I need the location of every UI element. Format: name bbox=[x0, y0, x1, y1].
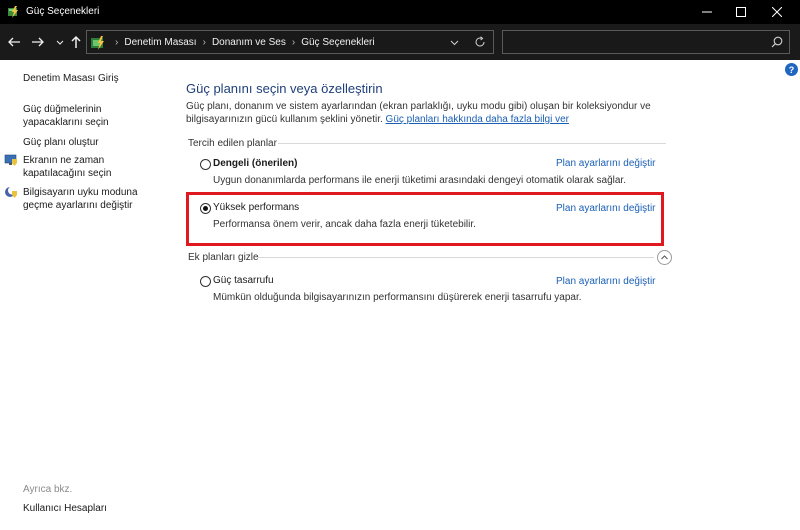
forward-button[interactable] bbox=[30, 34, 46, 50]
breadcrumb-control-panel[interactable]: Denetim Masası bbox=[124, 37, 196, 48]
section-divider bbox=[258, 257, 654, 258]
plan-high-performance-radio[interactable] bbox=[200, 203, 211, 214]
sidebar-link-create-plan[interactable]: Güç planı oluştur bbox=[23, 136, 99, 149]
back-button[interactable] bbox=[6, 34, 22, 50]
control-panel-icon bbox=[90, 35, 106, 51]
navigation-bar: › Denetim Masası › Donanım ve Ses › Güç … bbox=[0, 24, 800, 60]
breadcrumb-power-options[interactable]: Güç Seçenekleri bbox=[301, 37, 374, 48]
plan-power-saver-radio[interactable] bbox=[200, 276, 211, 287]
sidebar-link-control-panel-home[interactable]: Denetim Masası Giriş bbox=[23, 72, 119, 85]
breadcrumb-separator: › bbox=[115, 36, 119, 48]
search-icon[interactable] bbox=[771, 36, 783, 48]
hide-additional-plans-label[interactable]: Ek planları gizle bbox=[188, 252, 259, 263]
breadcrumb-separator[interactable]: › bbox=[203, 37, 206, 48]
power-options-icon bbox=[6, 5, 20, 19]
up-button[interactable] bbox=[68, 34, 84, 50]
section-divider bbox=[278, 143, 666, 144]
see-also-label: Ayrıca bkz. bbox=[23, 484, 73, 495]
sidebar-link-line[interactable]: yapacaklarını seçin bbox=[23, 116, 109, 129]
plan-high-performance-name[interactable]: Yüksek performans bbox=[213, 202, 299, 213]
sidebar-link-line[interactable]: Güç düğmelerinin bbox=[23, 103, 101, 116]
recent-locations-dropdown[interactable] bbox=[52, 34, 68, 50]
plan-balanced-description: Uygun donanımlarda performans ile enerji… bbox=[213, 175, 626, 186]
address-history-dropdown[interactable] bbox=[447, 35, 461, 49]
sidebar-link-line[interactable]: Ekranın ne zaman bbox=[23, 154, 104, 167]
sidebar-link-line[interactable]: Bilgisayarın uyku moduna bbox=[23, 186, 138, 199]
collapse-chevron-icon[interactable] bbox=[657, 250, 672, 265]
help-button[interactable]: ? bbox=[785, 63, 798, 76]
page-title: Güç planını seçin veya özelleştirin bbox=[186, 81, 383, 96]
address-bar[interactable]: › Denetim Masası › Donanım ve Ses › Güç … bbox=[86, 30, 494, 54]
window-title: Güç Seçenekleri bbox=[26, 6, 100, 17]
sidebar-link-user-accounts[interactable]: Kullanıcı Hesapları bbox=[23, 502, 107, 515]
maximize-button[interactable] bbox=[724, 0, 758, 24]
description-text: bilgisayarınızın gücü kullanım şeklini y… bbox=[186, 114, 383, 125]
minimize-button[interactable] bbox=[690, 0, 724, 24]
sidebar-link-line[interactable]: geçme ayarlarını değiştir bbox=[23, 199, 133, 212]
breadcrumb-hardware-sound[interactable]: Donanım ve Ses bbox=[212, 37, 286, 48]
close-button[interactable] bbox=[760, 0, 794, 24]
moon-shield-icon bbox=[4, 185, 18, 199]
plan-high-performance-settings-link[interactable]: Plan ayarlarını değiştir bbox=[556, 203, 656, 214]
search-box[interactable] bbox=[502, 30, 790, 54]
description-line-2: bilgisayarınızın gücü kullanım şeklini y… bbox=[186, 113, 666, 126]
plan-power-saver-description: Mümkün olduğunda bilgisayarınızın perfor… bbox=[213, 292, 582, 303]
refresh-button[interactable] bbox=[473, 35, 487, 49]
breadcrumb-separator[interactable]: › bbox=[292, 37, 295, 48]
description-line: Güç planı, donanım ve sistem ayarlarında… bbox=[186, 101, 651, 112]
title-bar: Güç Seçenekleri bbox=[0, 0, 800, 24]
plan-power-saver-name[interactable]: Güç tasarrufu bbox=[213, 275, 274, 286]
plan-balanced-settings-link[interactable]: Plan ayarlarını değiştir bbox=[556, 158, 656, 169]
plan-balanced-radio[interactable] bbox=[200, 159, 211, 170]
monitor-shield-icon bbox=[4, 153, 18, 167]
more-info-link[interactable]: Güç planları hakkında daha fazla bilgi v… bbox=[386, 114, 569, 125]
preferred-plans-label: Tercih edilen planlar bbox=[188, 138, 277, 149]
page-description: Güç planı, donanım ve sistem ayarlarında… bbox=[186, 100, 666, 126]
plan-balanced-name[interactable]: Dengeli (önerilen) bbox=[213, 158, 297, 169]
breadcrumb: › Denetim Masası › Donanım ve Ses › Güç … bbox=[109, 31, 375, 53]
plan-high-performance-description: Performansa önem verir, ancak daha fazla… bbox=[213, 219, 476, 230]
sidebar-link-line[interactable]: kapatılacağını seçin bbox=[23, 167, 111, 180]
plan-power-saver-settings-link[interactable]: Plan ayarlarını değiştir bbox=[556, 276, 656, 287]
search-input[interactable] bbox=[507, 33, 757, 51]
